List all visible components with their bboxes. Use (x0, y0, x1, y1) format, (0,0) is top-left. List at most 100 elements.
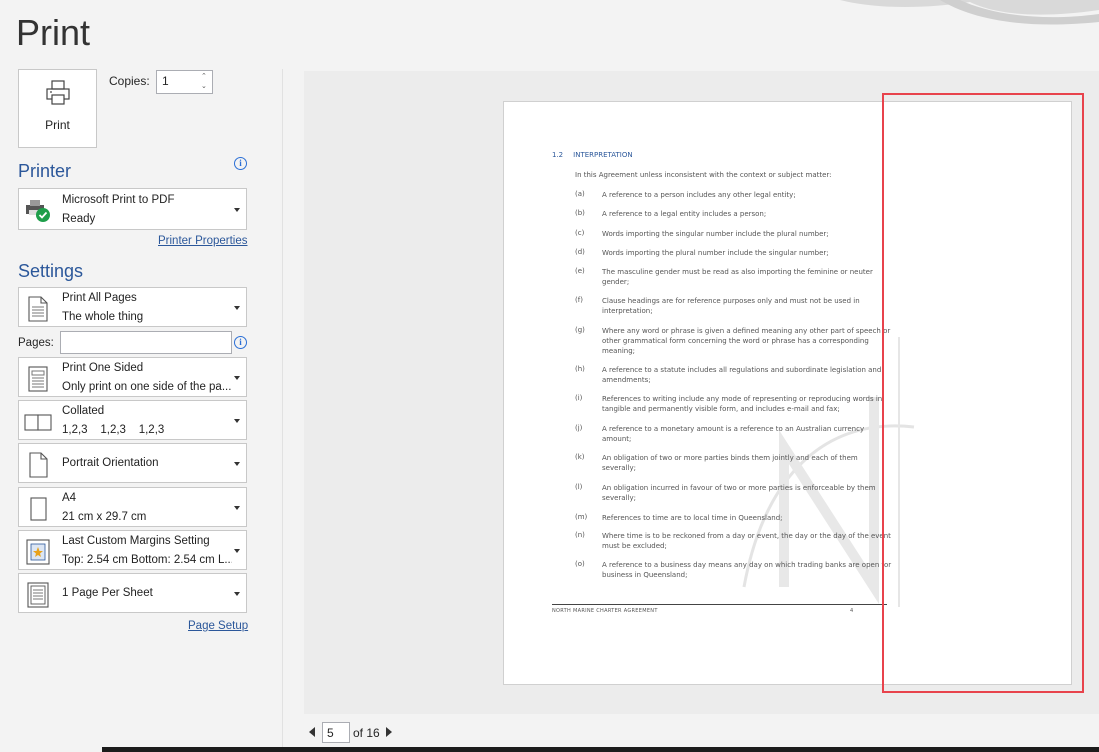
item-key: (n) (575, 531, 585, 539)
item-text: Words importing the singular number incl… (602, 230, 829, 238)
item-key: (g) (575, 326, 585, 334)
previous-page-icon[interactable] (309, 727, 315, 737)
copies-spinner[interactable]: ⌃ ⌄ (201, 72, 210, 92)
chevron-down-icon (234, 306, 240, 310)
item-key: (j) (575, 424, 583, 432)
footer-rule (552, 604, 887, 605)
item-text: The masculine gender must be read as als… (602, 268, 873, 286)
page-setup-link[interactable]: Page Setup (188, 620, 248, 632)
collation-label: Collated (62, 405, 105, 417)
pages-per-sheet-label: 1 Page Per Sheet (62, 587, 153, 599)
print-range-desc: The whole thing (62, 311, 144, 323)
panel-divider (282, 69, 283, 749)
item-key: (m) (575, 513, 588, 521)
highlight-box (882, 93, 1084, 693)
margins-dropdown[interactable]: Last Custom Margins Setting Top: 2.54 cm… (18, 530, 247, 570)
chevron-down-icon (234, 419, 240, 423)
chevron-down-icon (234, 462, 240, 466)
chevron-down-icon (234, 208, 240, 212)
portrait-icon (29, 452, 48, 478)
margins-icon (26, 539, 50, 565)
collation-dropdown[interactable]: Collated 1,2,3 1,2,3 1,2,3 (18, 400, 247, 440)
section-number: 1.2 (552, 151, 564, 159)
item-key: (b) (575, 209, 585, 217)
printer-info-icon[interactable]: i (234, 157, 247, 170)
current-page-value: 5 (327, 726, 334, 740)
item-text: A reference to a person includes any oth… (602, 191, 796, 199)
item-key: (o) (575, 560, 585, 568)
pages-info-icon[interactable]: i (234, 336, 247, 349)
item-key: (d) (575, 248, 585, 256)
paper-size-dropdown[interactable]: A4 21 cm x 29.7 cm (18, 487, 247, 527)
print-button[interactable]: Print (18, 69, 97, 148)
item-text: An obligation incurred in favour of two … (602, 484, 876, 502)
printer-properties-link[interactable]: Printer Properties (158, 235, 247, 247)
paper-size-desc: 21 cm x 29.7 cm (62, 511, 147, 523)
copies-input[interactable]: 1 ⌃ ⌄ (156, 70, 213, 94)
taskbar-edge (102, 747, 1099, 752)
settings-heading: Settings (18, 261, 84, 281)
collation-desc: 1,2,3 1,2,3 1,2,3 (62, 424, 165, 436)
item-key: (k) (575, 453, 585, 461)
print-range-dropdown[interactable]: Print All Pages The whole thing (18, 287, 247, 327)
sides-dropdown[interactable]: Print One Sided Only print on one side o… (18, 357, 247, 397)
item-key: (h) (575, 365, 585, 373)
item-key: (a) (575, 190, 585, 198)
sides-desc: Only print on one side of the pa... (62, 381, 232, 393)
chevron-down-icon (234, 506, 240, 510)
printer-icon (46, 80, 70, 105)
item-key: (c) (575, 229, 585, 237)
orientation-label: Portrait Orientation (62, 457, 159, 469)
pages-icon (28, 296, 48, 322)
printer-name: Microsoft Print to PDF (62, 194, 175, 206)
printer-ready-icon (26, 200, 50, 222)
item-text: A reference to a legal entity includes a… (602, 210, 767, 218)
printer-heading: Printer (18, 161, 72, 181)
footer-page-number: 4 (850, 608, 854, 614)
collated-icon (24, 414, 52, 431)
item-text: References to time are to local time in … (602, 514, 783, 522)
item-text: Words importing the plural number includ… (602, 249, 829, 257)
sides-label: Print One Sided (62, 362, 144, 374)
section-heading: 1.2 INTERPRETATION (552, 151, 633, 159)
item-text: A reference to a business day means any … (602, 561, 892, 579)
section-title: INTERPRETATION (573, 151, 633, 159)
item-key: (l) (575, 483, 583, 491)
print-button-label: Print (45, 118, 70, 132)
item-text: A reference to a monetary amount is a re… (602, 425, 865, 443)
next-page-icon[interactable] (386, 727, 392, 737)
spin-up-icon[interactable]: ⌃ (201, 72, 210, 82)
pages-per-sheet-dropdown[interactable]: 1 Page Per Sheet (18, 573, 247, 613)
printer-dropdown[interactable]: Microsoft Print to PDF Ready (18, 188, 247, 230)
orientation-dropdown[interactable]: Portrait Orientation (18, 443, 247, 483)
item-key: (e) (575, 267, 585, 275)
copies-label: Copies: (109, 74, 150, 88)
item-text: Clause headings are for reference purpos… (602, 297, 860, 315)
chevron-down-icon (234, 549, 240, 553)
item-key: (i) (575, 394, 583, 402)
decorative-swoosh (840, 0, 1099, 25)
item-text: Where time is to be reckoned from a day … (602, 532, 891, 550)
printer-status: Ready (62, 213, 96, 225)
margins-label: Last Custom Margins Setting (62, 535, 210, 547)
current-page-input[interactable]: 5 (322, 722, 350, 743)
pages-per-sheet-icon (27, 582, 49, 608)
spin-down-icon[interactable]: ⌄ (201, 82, 210, 92)
intro-paragraph: In this Agreement unless inconsistent wi… (575, 171, 832, 179)
pages-input[interactable] (60, 331, 232, 354)
item-text: Where any word or phrase is given a defi… (602, 327, 891, 355)
page-count: of 16 (353, 726, 380, 740)
margins-desc: Top: 2.54 cm Bottom: 2.54 cm L... (62, 554, 232, 566)
copies-value: 1 (162, 74, 169, 88)
print-range-label: Print All Pages (62, 292, 137, 304)
one-sided-icon (28, 366, 48, 392)
pages-label: Pages: (18, 337, 54, 349)
chevron-down-icon (234, 376, 240, 380)
paper-size-label: A4 (62, 492, 77, 504)
footer-text: NORTH MARINE CHARTER AGREEMENT (552, 608, 658, 614)
item-text: An obligation of two or more parties bin… (602, 454, 858, 472)
item-text: A reference to a statute includes all re… (602, 366, 882, 384)
item-text: References to writing include any mode o… (602, 395, 883, 413)
print-settings-panel: Print Copies: 1 ⌃ ⌄ Printer i Microsoft … (0, 0, 282, 752)
item-key: (f) (575, 296, 583, 304)
